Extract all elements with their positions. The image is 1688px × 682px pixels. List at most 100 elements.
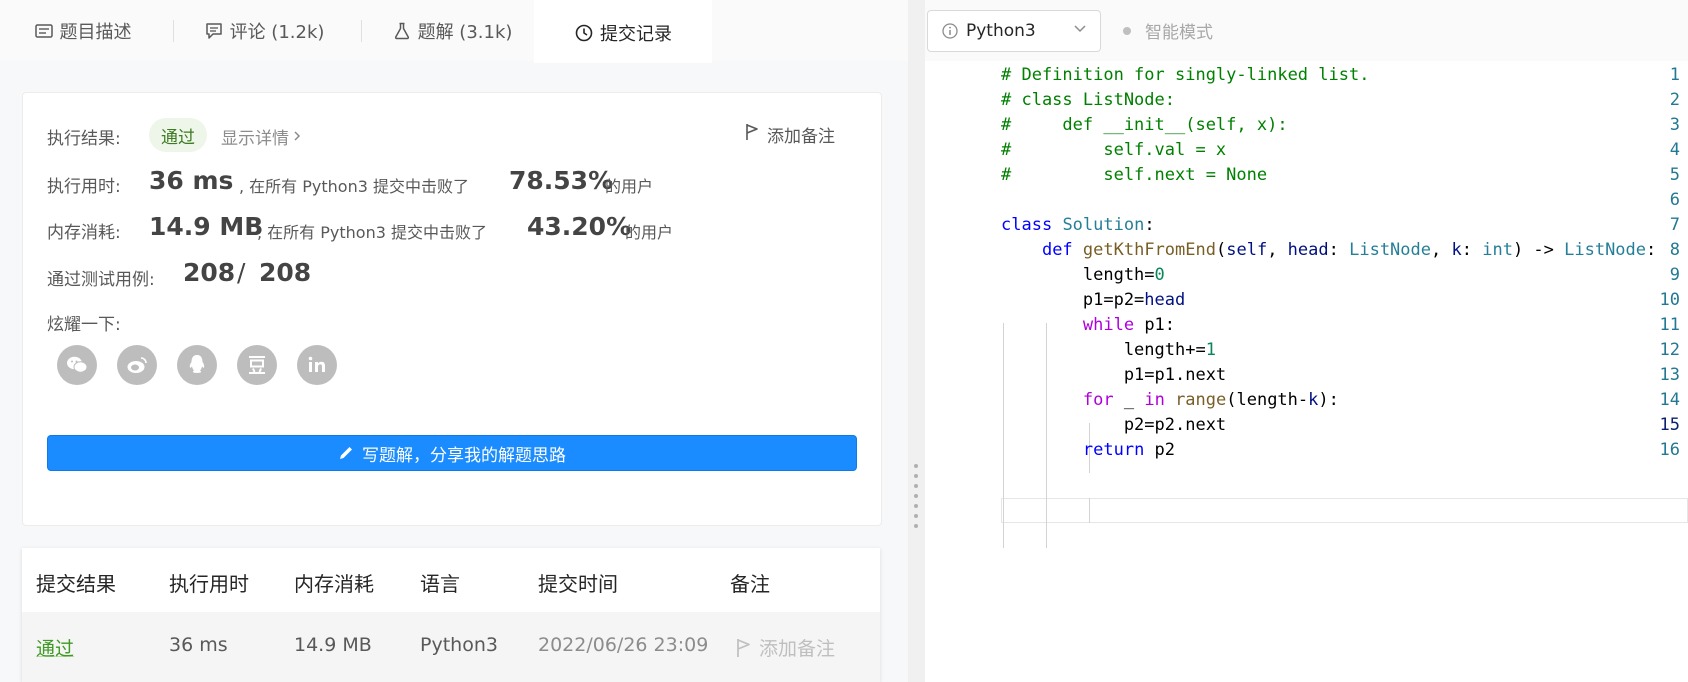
memory-suffix: 的用户 bbox=[625, 223, 674, 242]
tab-separator bbox=[361, 20, 362, 42]
row-add-note-button[interactable]: 添加备注 bbox=[736, 634, 835, 661]
tab-separator bbox=[173, 20, 174, 42]
tab-label: 题目描述 bbox=[59, 21, 132, 43]
flag-icon bbox=[736, 638, 751, 658]
code-line[interactable]: # self.next = None bbox=[1001, 165, 1267, 185]
line-number: 14 bbox=[1659, 390, 1680, 410]
code-line[interactable]: def getKthFromEnd(self, head: ListNode, … bbox=[1001, 240, 1656, 260]
line-number: 12 bbox=[1659, 340, 1680, 360]
memory-text: , 在所有 Python3 提交中击败了 bbox=[257, 223, 487, 242]
linkedin-icon[interactable] bbox=[297, 345, 337, 385]
comment-icon bbox=[204, 21, 224, 41]
grip-dot bbox=[914, 464, 918, 468]
row-add-note-label: 添加备注 bbox=[759, 638, 836, 660]
clock-icon bbox=[574, 23, 594, 43]
qq-icon[interactable] bbox=[177, 345, 217, 385]
grip-dot bbox=[914, 524, 918, 528]
line-number: 7 bbox=[1669, 215, 1680, 235]
line-number: 15 bbox=[1659, 415, 1680, 435]
table-header-note: 备注 bbox=[730, 572, 770, 596]
line-number: 5 bbox=[1669, 165, 1680, 185]
row-time: 36 ms bbox=[169, 634, 228, 656]
add-note-label: 添加备注 bbox=[767, 127, 835, 147]
row-language: Python3 bbox=[420, 634, 498, 656]
tab-label: 评论 (1.2k) bbox=[229, 21, 325, 43]
table-header-submitted: 提交时间 bbox=[538, 572, 618, 596]
code-line[interactable]: p2=p2.next bbox=[1001, 415, 1226, 435]
tab-solutions[interactable]: 题解 (3.1k) bbox=[368, 0, 536, 61]
row-status-link[interactable]: 通过 bbox=[36, 634, 74, 661]
show-details-label: 显示详情 bbox=[221, 129, 289, 149]
language-value: Python3 bbox=[966, 21, 1036, 41]
grip-dot bbox=[914, 484, 918, 488]
test-cases-separator: / bbox=[237, 258, 246, 287]
pencil-icon bbox=[338, 445, 354, 461]
chevron-right-icon bbox=[293, 127, 301, 147]
code-line[interactable]: # def __init__(self, x): bbox=[1001, 115, 1288, 135]
write-solution-label: 写题解，分享我的解题思路 bbox=[362, 445, 566, 466]
current-line-highlight bbox=[1001, 498, 1688, 523]
code-line[interactable]: # Definition for singly-linked list. bbox=[1001, 65, 1369, 85]
time-text: , 在所有 Python3 提交中击败了 bbox=[239, 177, 469, 196]
table-row[interactable]: 通过 36 ms 14.9 MB Python3 2022/06/26 23:0… bbox=[22, 612, 880, 682]
editor-toolbar: Python3 智能模式 bbox=[925, 0, 1688, 61]
smart-mode-toggle[interactable]: 智能模式 bbox=[1123, 18, 1213, 43]
row-submitted: 2022/06/26 23:09 bbox=[538, 634, 709, 656]
tab-bar: 题目描述 评论 (1.2k) 题解 (3.1k) 提交记录 bbox=[0, 0, 908, 63]
test-cases-total: 208 bbox=[259, 258, 312, 287]
line-number: 9 bbox=[1669, 265, 1680, 285]
tab-submissions[interactable]: 提交记录 bbox=[534, 0, 712, 63]
dot-icon bbox=[1123, 26, 1131, 35]
grip-dot bbox=[914, 494, 918, 498]
submissions-table: 提交结果 执行用时 内存消耗 语言 提交时间 备注 通过 36 ms 14.9 … bbox=[22, 548, 880, 682]
show-details-link[interactable]: 显示详情 bbox=[221, 124, 301, 149]
left-panel: 题目描述 评论 (1.2k) 题解 (3.1k) 提交记录 执行结果: 通过 显… bbox=[0, 0, 908, 682]
exec-result-label: 执行结果: bbox=[47, 129, 121, 149]
line-number: 6 bbox=[1669, 190, 1680, 210]
flag-icon bbox=[745, 123, 759, 146]
wechat-icon[interactable] bbox=[57, 345, 97, 385]
line-number: 11 bbox=[1659, 315, 1680, 335]
editor-panel: Python3 智能模式 1 2 3 4 5 6 7 8 9 10 11 12 13 14 15 16 # D… bbox=[925, 0, 1688, 682]
line-number: 16 bbox=[1659, 440, 1680, 460]
grip-dot bbox=[914, 504, 918, 508]
info-icon bbox=[942, 23, 958, 39]
tab-description[interactable]: 题目描述 bbox=[0, 0, 165, 61]
flask-icon bbox=[392, 21, 412, 41]
tab-label: 提交记录 bbox=[600, 23, 672, 45]
line-number: 10 bbox=[1659, 290, 1680, 310]
code-editor[interactable]: 1 2 3 4 5 6 7 8 9 10 11 12 13 14 15 16 # Definition for… bbox=[925, 61, 1688, 682]
code-line[interactable]: p1=p2=head bbox=[1001, 290, 1185, 310]
add-note-button[interactable]: 添加备注 bbox=[745, 122, 835, 147]
douban-icon[interactable] bbox=[237, 345, 277, 385]
code-line[interactable]: # class ListNode: bbox=[1001, 90, 1175, 110]
submission-result-card: 执行结果: 通过 显示详情 添加备注 执行用时: 36 ms , 在所有 Pyt… bbox=[22, 92, 882, 526]
test-cases-passed: 208 bbox=[183, 258, 236, 287]
smart-mode-label: 智能模式 bbox=[1145, 23, 1213, 43]
weibo-icon[interactable] bbox=[117, 345, 157, 385]
code-line[interactable]: # self.val = x bbox=[1001, 140, 1226, 160]
write-solution-button[interactable]: 写题解，分享我的解题思路 bbox=[47, 435, 857, 471]
pane-resize-handle[interactable] bbox=[908, 0, 925, 682]
code-line[interactable]: for _ in range(length-k): bbox=[1001, 390, 1339, 410]
line-number: 13 bbox=[1659, 365, 1680, 385]
line-number: 2 bbox=[1669, 90, 1680, 110]
language-select[interactable]: Python3 bbox=[927, 10, 1101, 52]
memory-percentile: 43.20% bbox=[527, 212, 632, 241]
code-line[interactable]: p1=p1.next bbox=[1001, 365, 1226, 385]
tab-comments[interactable]: 评论 (1.2k) bbox=[180, 0, 348, 61]
indent-guide bbox=[1089, 498, 1090, 523]
code-line[interactable]: length+=1 bbox=[1001, 340, 1216, 360]
code-line[interactable]: while p1: bbox=[1001, 315, 1175, 335]
time-percentile: 78.53% bbox=[509, 166, 614, 195]
grip-dot bbox=[914, 474, 918, 478]
table-header-status: 提交结果 bbox=[36, 572, 116, 596]
code-line[interactable]: return p2 bbox=[1001, 440, 1175, 460]
line-number: 3 bbox=[1669, 115, 1680, 135]
code-line[interactable]: length=0 bbox=[1001, 265, 1165, 285]
grip-dot bbox=[914, 514, 918, 518]
table-header-memory: 内存消耗 bbox=[294, 572, 374, 596]
code-line[interactable]: class Solution: bbox=[1001, 215, 1155, 235]
status-badge: 通过 bbox=[149, 118, 207, 152]
table-header-time: 执行用时 bbox=[169, 572, 249, 596]
